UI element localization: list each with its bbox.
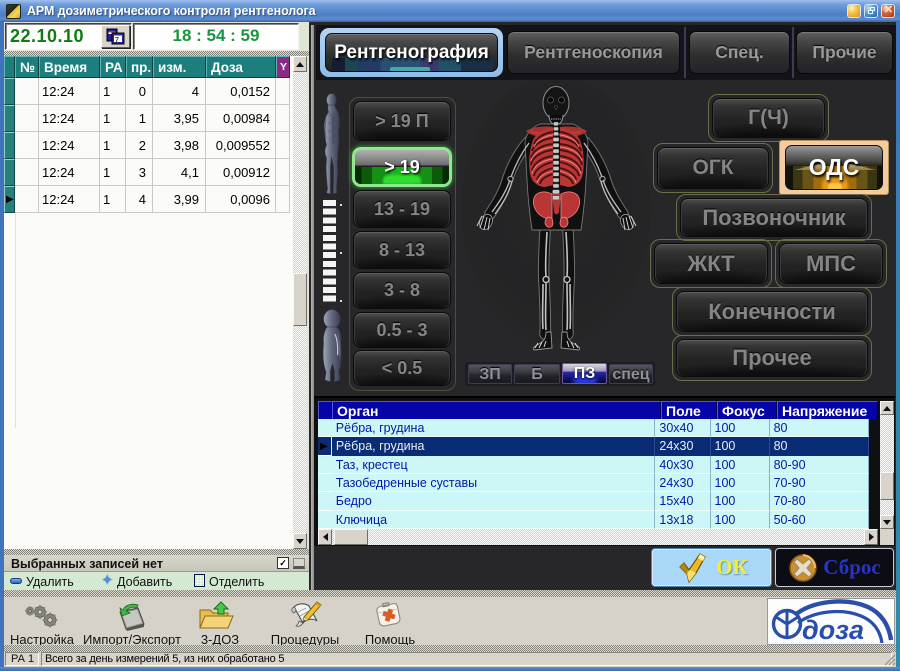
svg-text:доза: доза [802,615,864,644]
svg-text:7: 7 [115,37,119,44]
